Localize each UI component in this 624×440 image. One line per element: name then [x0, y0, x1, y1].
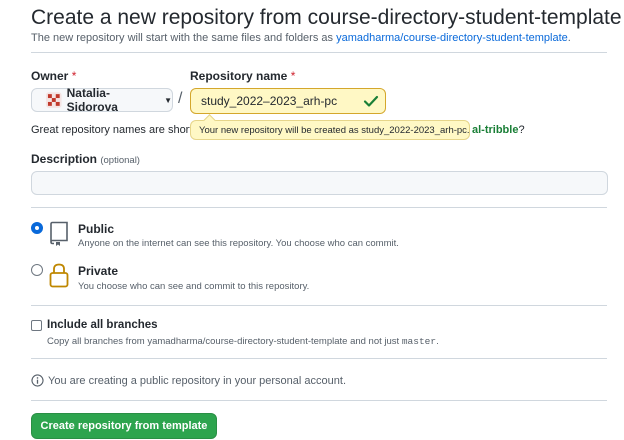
- repo-name-label: Repository name *: [190, 69, 296, 83]
- create-repository-button[interactable]: Create repository from template: [31, 413, 217, 439]
- owner-repo-separator: /: [178, 90, 183, 107]
- public-radio[interactable]: [31, 222, 43, 234]
- caret-down-icon: ▼: [164, 95, 172, 105]
- info-note: You are creating a public repository in …: [31, 374, 346, 387]
- include-branches-desc: Copy all branches from yamadharma/course…: [47, 336, 439, 347]
- names-hint: Great repository names are short: [31, 124, 193, 136]
- owner-label: Owner *: [31, 69, 77, 83]
- include-branches-label[interactable]: Include all branches: [47, 319, 158, 331]
- required-mark: *: [71, 69, 77, 83]
- lock-icon: [49, 263, 69, 288]
- divider: [31, 52, 607, 53]
- private-title: Private: [78, 264, 119, 278]
- template-link[interactable]: yamadharma/course-directory-student-temp…: [336, 32, 568, 44]
- include-branches-checkbox[interactable]: [31, 320, 42, 331]
- repo-name-tooltip: Your new repository will be created as s…: [190, 120, 470, 140]
- private-desc: You choose who can see and commit to thi…: [78, 281, 310, 292]
- required-mark: *: [290, 69, 296, 83]
- owner-name: Natalia-Sidorova: [66, 86, 118, 114]
- page-subtitle: The new repository will start with the s…: [31, 32, 571, 44]
- divider: [31, 400, 607, 401]
- owner-select[interactable]: Natalia-Sidorova ▼: [31, 86, 173, 114]
- public-desc: Anyone on the internet can see this repo…: [78, 238, 399, 249]
- name-suggestion[interactable]: al-tribble?: [472, 124, 525, 136]
- info-text: You are creating a public repository in …: [48, 374, 346, 387]
- info-icon: [31, 374, 44, 387]
- branch-code: master: [401, 336, 437, 347]
- page-title: Create a new repository from course-dire…: [31, 6, 622, 29]
- public-title: Public: [78, 222, 115, 236]
- optional-note: (optional): [100, 155, 140, 166]
- check-icon: [363, 95, 379, 107]
- description-label: Description (optional): [31, 152, 140, 166]
- divider: [31, 358, 607, 359]
- subtitle-prefix: The new repository will start with the s…: [31, 32, 337, 44]
- avatar: [46, 92, 62, 108]
- repo-book-icon: [50, 221, 68, 246]
- subtitle-suffix: .: [567, 32, 571, 44]
- divider: [31, 305, 607, 306]
- repo-name-input[interactable]: study_2022–2023_arh-pc: [190, 88, 386, 114]
- divider: [31, 207, 607, 208]
- private-radio[interactable]: [31, 264, 43, 276]
- description-input[interactable]: [31, 171, 608, 195]
- repo-name-value: study_2022–2023_arh-pc: [201, 94, 338, 108]
